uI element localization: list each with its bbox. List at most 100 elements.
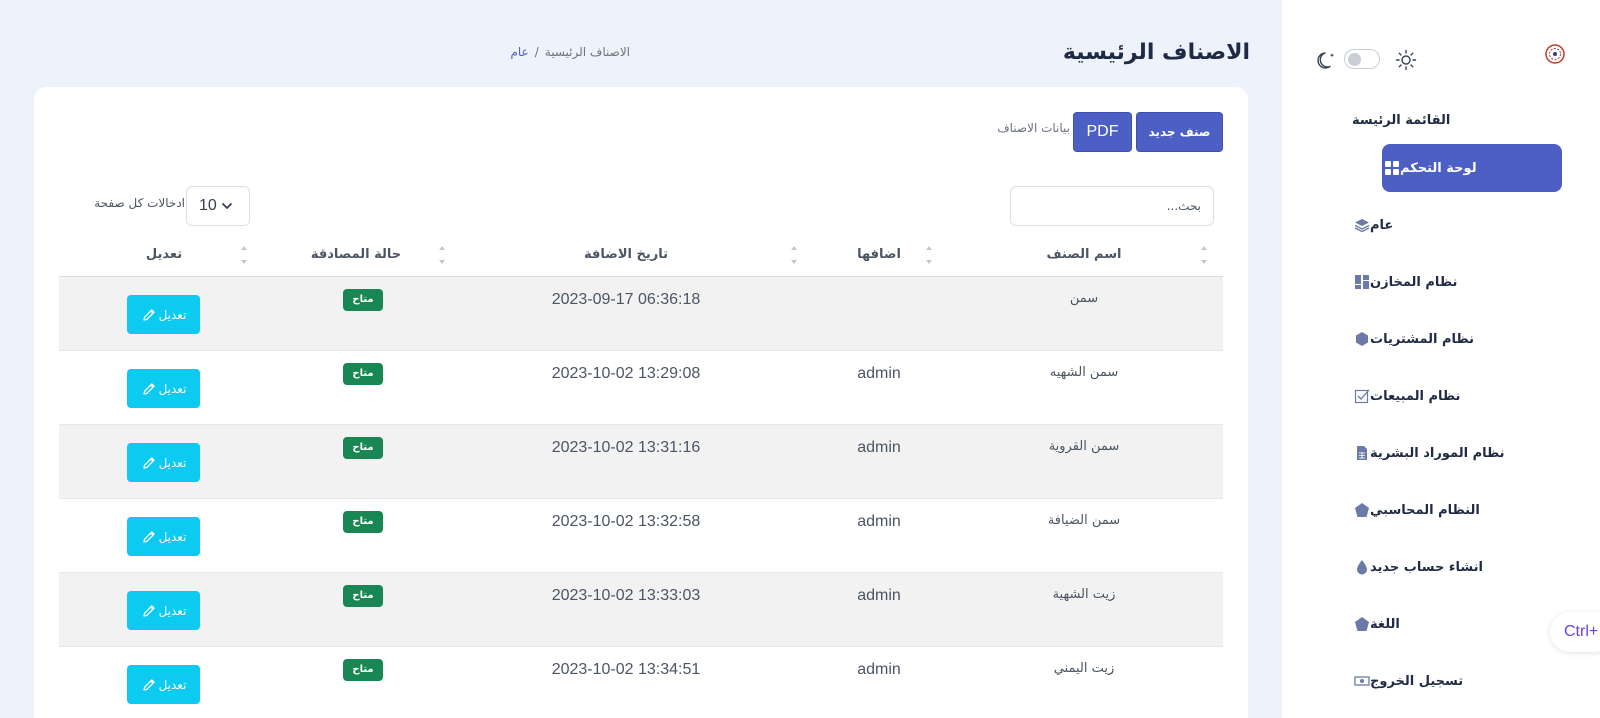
edit-button[interactable]: تعديل [127, 665, 200, 704]
breadcrumb: الاصناف الرئيسية / عام [460, 45, 630, 59]
sidebar: القائمة الرئيسة لوحة التحكم عام نظام الم… [1282, 0, 1600, 718]
search-input[interactable] [1010, 186, 1214, 226]
column-header-date[interactable]: تاريخ الاضافة [584, 247, 668, 262]
pencil-icon [142, 382, 155, 395]
cell-name: سمن [1069, 291, 1099, 306]
sidebar-item-create-account[interactable]: انشاء حساب جديد [1352, 543, 1542, 591]
dashboard-icon [1355, 275, 1369, 289]
table-row: سمن القروية admin 2023-10-02 13:31:16 مت… [59, 425, 1223, 499]
sidebar-item-logout[interactable]: تسجيل الخروج [1352, 657, 1542, 705]
hexagon-icon [1356, 332, 1368, 346]
page-title: الاصناف الرئيسية [1062, 40, 1250, 65]
table-row: زيت الشهية admin 2023-10-02 13:33:03 متا… [59, 573, 1223, 647]
table-row: سمن الضيافة admin 2023-10-02 13:32:58 مت… [59, 499, 1223, 573]
theme-toggle[interactable] [1344, 49, 1380, 69]
edit-button[interactable]: تعديل [127, 295, 200, 334]
cell-added-by: admin [857, 587, 901, 604]
moon-icon[interactable] [1316, 49, 1338, 71]
edit-button[interactable]: تعديل [127, 591, 200, 630]
pdf-export-button[interactable]: PDF [1073, 112, 1132, 152]
cell-name: زيت اليمني [1053, 661, 1115, 676]
sidebar-item-label: نظام الموراد البشرية [1370, 445, 1505, 461]
sidebar-item-label: نظام المخازن [1370, 274, 1458, 290]
sidebar-item-label: النظام المحاسبي [1370, 502, 1480, 518]
keyboard-shortcut-badge[interactable]: Ctrl+ [1550, 612, 1600, 652]
spreadsheet-icon [1357, 446, 1367, 460]
data-label: بيانات الاصناف [997, 121, 1070, 135]
cell-added-by: admin [857, 365, 901, 382]
edit-button-label: تعديل [158, 603, 187, 618]
pencil-icon [142, 456, 155, 469]
sidebar-item-dashboard[interactable]: لوحة التحكم [1382, 144, 1562, 192]
edit-button-label: تعديل [158, 307, 187, 322]
cell-name: سمن القروية [1048, 439, 1120, 454]
column-header-edit[interactable]: تعديل [146, 247, 182, 262]
column-header-added-by[interactable]: اضافها [857, 247, 901, 262]
sidebar-item-sales[interactable]: نظام المبيعات [1352, 372, 1542, 420]
sidebar-item-accounting[interactable]: النظام المحاسبي [1352, 486, 1542, 534]
cell-date: 2023-10-02 13:29:08 [551, 365, 701, 382]
edit-button[interactable]: تعديل [127, 443, 200, 482]
status-badge: متاح [343, 511, 383, 533]
table-row: سمن الشهيه admin 2023-10-02 13:29:08 متا… [59, 351, 1223, 425]
sidebar-item-label: نظام المبيعات [1370, 388, 1461, 404]
sidebar-item-label: تسجيل الخروج [1370, 673, 1464, 689]
sidebar-item-label: عام [1370, 217, 1394, 233]
cell-added-by: admin [857, 513, 901, 530]
cell-date: 2023-10-02 13:32:58 [551, 513, 701, 530]
cell-name: سمن الشهيه [1049, 365, 1119, 380]
cell-name: زيت الشهية [1052, 587, 1116, 602]
status-badge: متاح [343, 363, 383, 385]
sidebar-item-label: اللغة [1370, 616, 1400, 632]
sidebar-item-label: نظام المشتريات [1370, 331, 1474, 347]
breadcrumb-current: الاصناف الرئيسية [544, 45, 630, 59]
sidebar-item-general[interactable]: عام [1352, 201, 1542, 249]
sort-icon[interactable] [924, 244, 934, 266]
sidebar-item-purchases[interactable]: نظام المشتريات [1352, 315, 1542, 363]
column-header-name[interactable]: اسم الصنف [1047, 247, 1122, 262]
sort-icon[interactable] [437, 244, 447, 266]
pentagon-icon [1355, 617, 1369, 631]
cell-name: سمن الضيافة [1047, 513, 1121, 528]
logo-icon [1545, 44, 1565, 64]
edit-button-label: تعديل [158, 381, 187, 396]
new-item-button[interactable]: صنف جديد [1136, 112, 1223, 152]
status-badge: متاح [343, 659, 383, 681]
cell-added-by: admin [857, 661, 901, 678]
chevron-down-icon [222, 203, 232, 209]
edit-button[interactable]: تعديل [127, 517, 200, 556]
sort-icon[interactable] [239, 244, 249, 266]
sun-icon[interactable] [1395, 49, 1417, 71]
status-badge: متاح [343, 289, 383, 311]
sort-icon[interactable] [789, 244, 799, 266]
pencil-icon [142, 308, 155, 321]
breadcrumb-separator: / [534, 45, 539, 59]
layers-icon [1354, 219, 1370, 233]
sidebar-item-warehouses[interactable]: نظام المخازن [1352, 258, 1542, 306]
cell-added-by: admin [857, 439, 901, 456]
grid-icon [1385, 161, 1399, 175]
sidebar-item-language[interactable]: اللغة [1352, 600, 1542, 648]
pencil-icon [142, 604, 155, 617]
sort-icon[interactable] [1199, 244, 1209, 266]
sidebar-item-label: لوحة التحكم [1400, 160, 1477, 176]
sidebar-item-label: القائمة الرئيسة [1352, 112, 1451, 128]
edit-button-label: تعديل [158, 455, 187, 470]
column-header-status[interactable]: حالة المصادقة [311, 247, 401, 262]
cell-date: 2023-09-17 06:36:18 [551, 291, 701, 308]
edit-button-label: تعديل [158, 529, 187, 544]
cell-date: 2023-10-02 13:31:16 [551, 439, 701, 456]
breadcrumb-link[interactable]: عام [510, 45, 528, 59]
cell-date: 2023-10-02 13:34:51 [551, 661, 701, 678]
entries-per-page-label: ادخالات كل صفحة [94, 196, 185, 210]
entries-per-page-select[interactable]: 10 [186, 186, 250, 226]
cell-date: 2023-10-02 13:33:03 [551, 587, 701, 604]
status-badge: متاح [343, 437, 383, 459]
sidebar-item-hr[interactable]: نظام الموراد البشرية [1352, 429, 1542, 477]
entries-per-page-value: 10 [199, 197, 217, 214]
status-badge: متاح [343, 585, 383, 607]
theme-toggle-knob [1348, 52, 1361, 66]
table-row: سمن 2023-09-17 06:36:18 متاح تعديل [59, 277, 1223, 351]
cash-icon [1354, 676, 1370, 686]
edit-button[interactable]: تعديل [127, 369, 200, 408]
